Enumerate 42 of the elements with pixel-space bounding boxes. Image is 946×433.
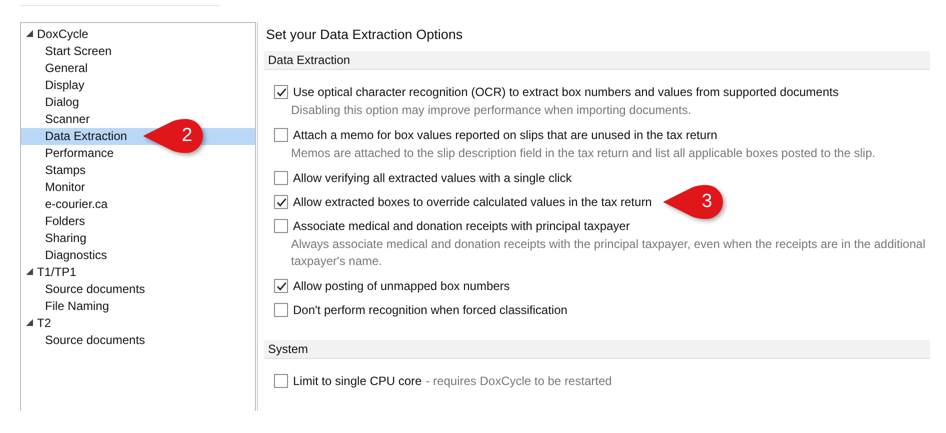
tree-item[interactable]: DoxCycle [37, 27, 88, 41]
callout-tooltip: 3 [662, 184, 726, 220]
checkbox[interactable] [274, 279, 288, 293]
option-hint: Disabling this option may improve performance when importing documents. [291, 102, 692, 119]
option-hint: Memos are attached to the slip description field in the tax return and list all applicable boxes posted to the slip. [291, 145, 876, 162]
checkbox[interactable] [274, 219, 288, 233]
option-label[interactable]: Attach a memo for box values reported on slips that are unused in the tax return [293, 128, 718, 142]
tree-item[interactable]: T1/TP1 [37, 265, 76, 279]
option-label[interactable]: Use optical character recognition (OCR) to extract box numbers and values from supported documents [293, 85, 839, 99]
tree-item[interactable]: Source documents [21, 332, 255, 349]
checkbox[interactable] [274, 85, 288, 99]
option-label[interactable]: Associate medical and donation receipts with principal taxpayer [293, 219, 630, 233]
tree-item[interactable]: Display [21, 77, 255, 94]
tree-item[interactable]: Diagnostics [21, 247, 255, 264]
checkbox[interactable] [274, 374, 288, 388]
checkbox[interactable] [274, 171, 288, 185]
tree-item[interactable]: Stamps [21, 162, 255, 179]
section-header: System [264, 340, 930, 359]
tree-item[interactable]: Folders [21, 213, 255, 230]
option-label[interactable]: Allow posting of unmapped box numbers [293, 279, 510, 293]
section-header: Data Extraction [264, 51, 930, 70]
tree-item[interactable]: Dialog [21, 94, 255, 111]
tree-item[interactable]: General [21, 60, 255, 77]
tree-item[interactable]: e-courier.ca [21, 196, 255, 213]
checkbox[interactable] [274, 128, 288, 142]
option-hint: Always associate medical and donation receipts with the principal taxpayer, even when the receipts are in the additional taxpayer's name. [291, 236, 926, 270]
tree-item[interactable]: Source documents [21, 281, 255, 298]
option-label[interactable]: Don't perform recognition when forced classification [293, 303, 568, 317]
option-label[interactable]: Limit to single CPU core [293, 374, 422, 388]
tree-item[interactable]: Performance [21, 145, 255, 162]
checkbox[interactable] [274, 195, 288, 209]
page-title: Set your Data Extraction Options [266, 26, 464, 44]
tree-item[interactable]: Start Screen [21, 43, 255, 60]
option-label[interactable]: Allow extracted boxes to override calculated values in the tax return [293, 195, 652, 209]
tree-item[interactable]: Scanner [21, 111, 255, 128]
checkbox[interactable] [274, 303, 288, 317]
tree-item[interactable]: Monitor [21, 179, 255, 196]
tree-item[interactable]: T2 [37, 316, 52, 330]
option-label[interactable]: Allow verifying all extracted values with a single click [293, 171, 572, 185]
option-note: - requires DoxCycle to be restarted [426, 374, 612, 388]
tree-item[interactable]: Sharing [21, 230, 255, 247]
tree-item[interactable]: File Naming [21, 298, 255, 315]
